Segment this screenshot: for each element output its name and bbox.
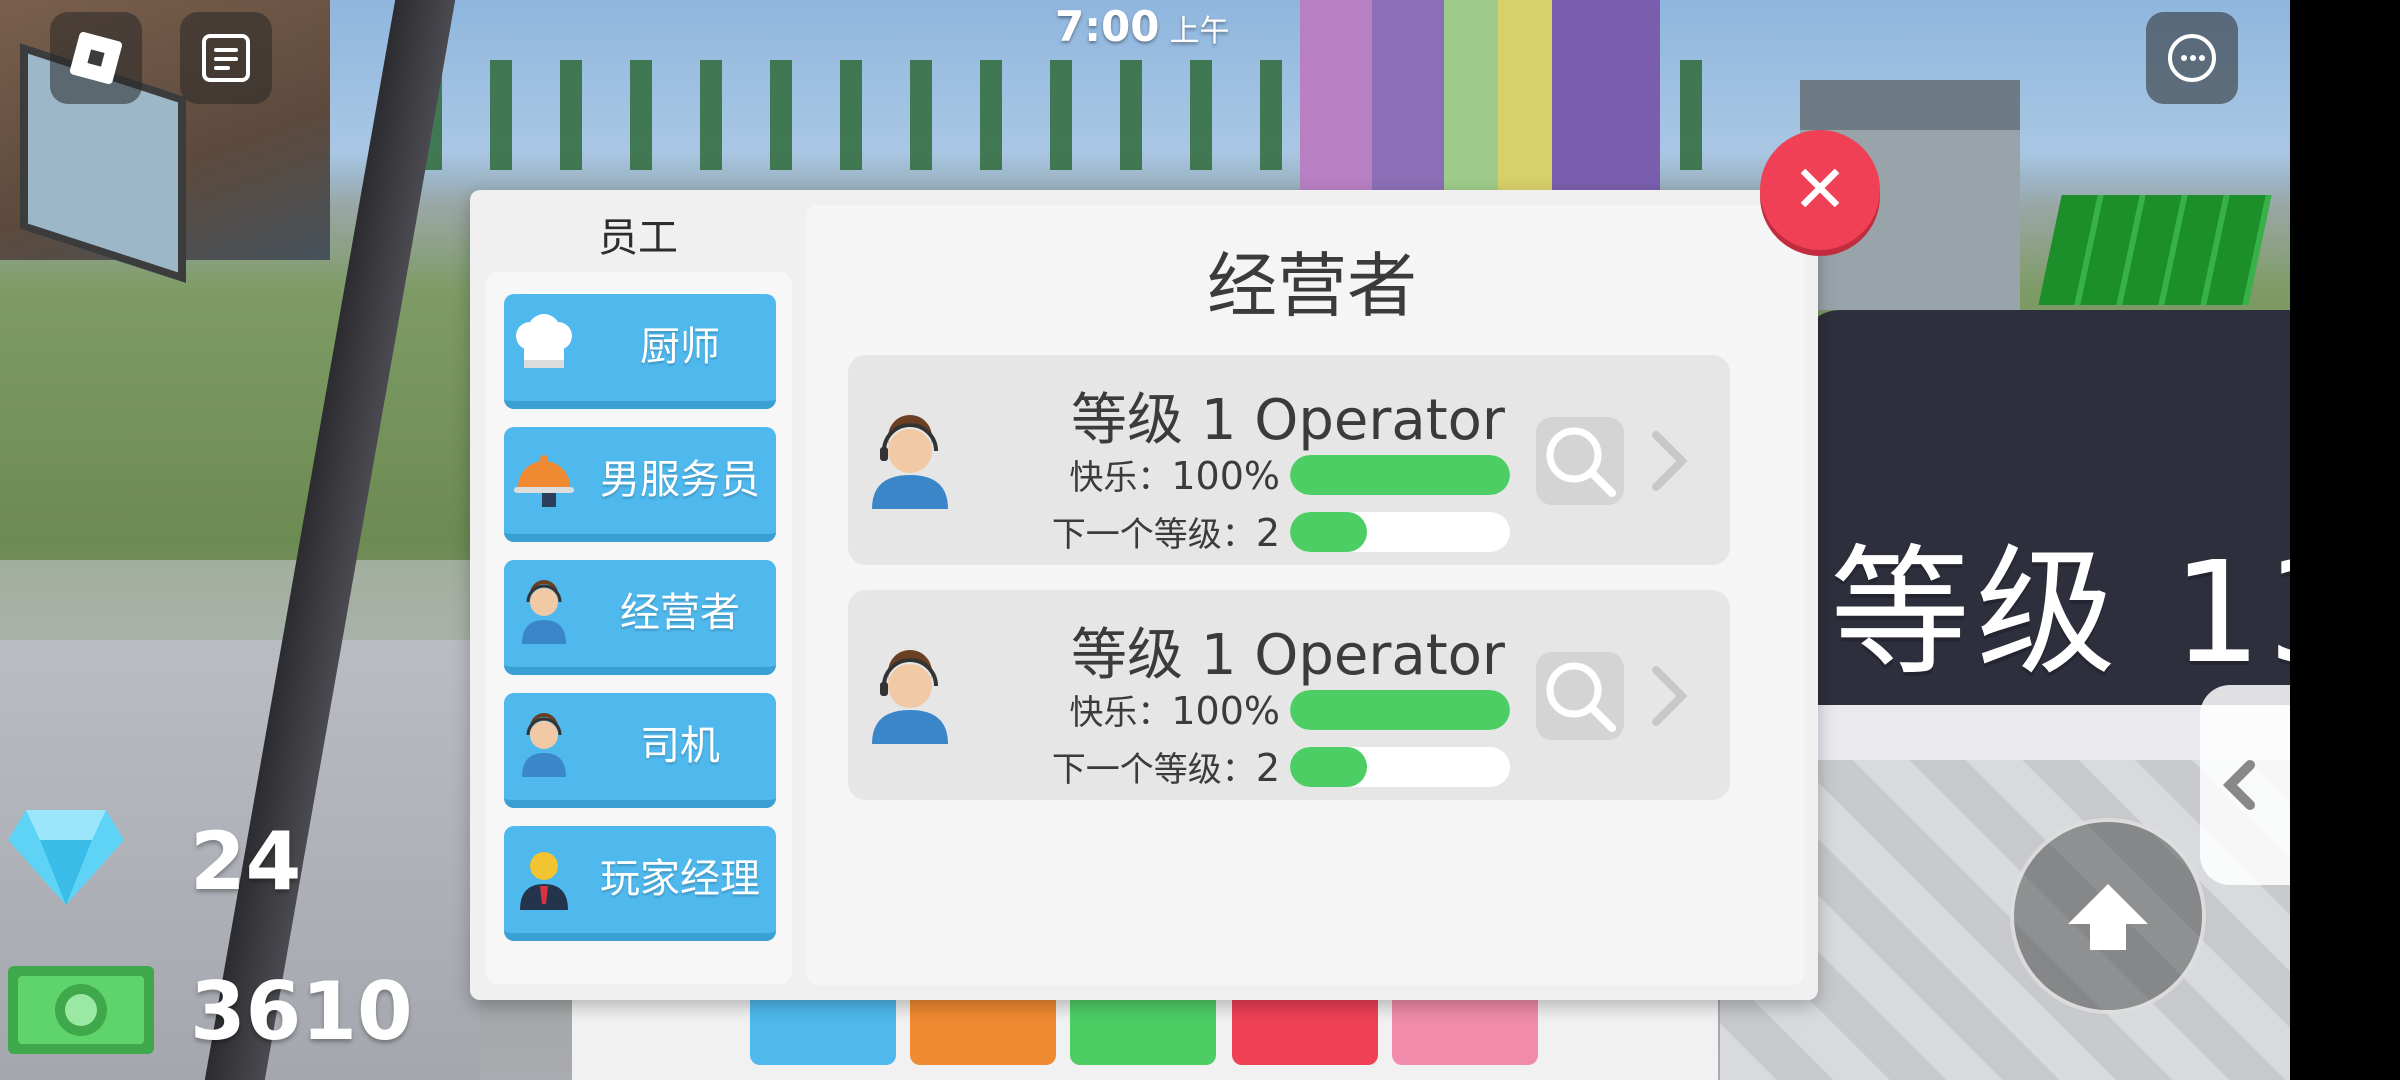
happiness-bar-fill (1290, 690, 1510, 730)
inspect-button[interactable] (1536, 417, 1624, 505)
side-panel-toggle[interactable] (2200, 685, 2290, 885)
inspect-button[interactable] (1536, 652, 1624, 740)
category-chef-label: 厨师 (640, 324, 720, 370)
staff-card-title: 等级 1 Operator (1071, 623, 1505, 688)
staff-card[interactable]: 等级 1 Operator 快乐：100% 下一个等级：2 (848, 590, 1730, 800)
magnifier-icon (1546, 662, 1616, 732)
happiness-label: 快乐： (1069, 458, 1172, 498)
happiness-bar (1290, 690, 1510, 730)
next-level-bar (1290, 512, 1510, 552)
more-options-button[interactable] (2146, 12, 2238, 104)
staff-card-title: 等级 1 Operator (1071, 388, 1505, 453)
screen-edge (2290, 0, 2400, 1080)
category-operator-label: 经营者 (620, 590, 740, 636)
gem-count: 24 (190, 815, 302, 908)
staff-card[interactable]: 等级 1 Operator 快乐：100% 下一个等级：2 (848, 355, 1730, 565)
next-level-bar (1290, 747, 1510, 787)
close-icon: ✕ (1792, 151, 1848, 228)
chat-icon (202, 34, 250, 82)
chef-hat-icon (516, 314, 572, 368)
cash-count: 3610 (190, 965, 413, 1058)
section-title: 经营者 (1207, 245, 1417, 327)
happiness-value: 100% (1171, 689, 1280, 733)
happiness-bar-fill (1290, 455, 1510, 495)
next-level-value: 2 (1255, 511, 1280, 555)
happiness-label: 快乐： (1069, 693, 1172, 733)
jump-arrow-icon (2068, 884, 2148, 950)
happiness-stat: 快乐：100% (1069, 450, 1280, 499)
toolbar-green-button[interactable] (1070, 990, 1216, 1065)
next-level-value: 2 (1255, 746, 1280, 790)
chevron-left-icon (2222, 760, 2255, 810)
chevron-right-icon[interactable] (1638, 417, 1698, 505)
happiness-stat: 快乐：100% (1069, 685, 1280, 734)
category-waiter-label: 男服务员 (600, 457, 760, 503)
category-driver-button[interactable]: 司机 (504, 693, 776, 808)
manager-suit-icon (520, 852, 568, 910)
next-level-bar-fill (1290, 747, 1367, 787)
world-level-sign: 等级 13 (1830, 532, 2290, 695)
next-level-bar-fill (1290, 512, 1367, 552)
chat-button[interactable] (180, 12, 272, 104)
toolbar-red-button[interactable] (1232, 990, 1378, 1065)
serving-cloche-icon (514, 455, 574, 507)
roblox-logo-icon (69, 31, 123, 85)
happiness-value: 100% (1171, 454, 1280, 498)
cash-bill-icon (8, 966, 154, 1054)
more-dots-icon (2168, 34, 2216, 82)
chevron-right-icon[interactable] (1638, 652, 1698, 740)
toolbar-orange-button[interactable] (910, 990, 1056, 1065)
category-manager-label: 玩家经理 (600, 856, 760, 902)
category-chef-button[interactable]: 厨师 (504, 294, 776, 409)
close-panel-button[interactable]: ✕ (1760, 130, 1880, 250)
category-operator-button[interactable]: 经营者 (504, 560, 776, 675)
clock-ampm: 上午 (1169, 14, 1230, 49)
toolbar-build-button[interactable] (750, 990, 896, 1065)
magnifier-icon (1546, 427, 1616, 497)
operator-headset-icon (522, 580, 566, 644)
toolbar-cart-button[interactable] (1392, 990, 1538, 1065)
category-waiter-button[interactable]: 男服务员 (504, 427, 776, 542)
next-level-label: 下一个等级： (1051, 515, 1256, 555)
operator-avatar-icon (872, 415, 948, 509)
operator-avatar-icon (872, 650, 948, 744)
next-level-stat: 下一个等级：2 (1052, 507, 1280, 556)
staff-panel: 员工 厨师 男服务员 经营者 司机 玩家经理 经营者 等级 1 Operator… (470, 190, 1818, 1000)
game-clock: 7:00 上午 (1055, 2, 1229, 51)
roblox-menu-button[interactable] (50, 12, 142, 104)
next-level-stat: 下一个等级：2 (1052, 742, 1280, 791)
next-level-label: 下一个等级： (1051, 750, 1256, 790)
category-driver-label: 司机 (640, 723, 720, 769)
staff-category-list: 厨师 男服务员 经营者 司机 玩家经理 (486, 272, 792, 984)
jump-button[interactable] (2010, 818, 2206, 1014)
clock-time: 7:00 (1055, 2, 1160, 51)
diamond-gem-icon (8, 810, 124, 905)
driver-headset-icon (522, 713, 566, 777)
sidebar-title: 员工 (598, 215, 678, 261)
happiness-bar (1290, 455, 1510, 495)
category-manager-button[interactable]: 玩家经理 (504, 826, 776, 941)
